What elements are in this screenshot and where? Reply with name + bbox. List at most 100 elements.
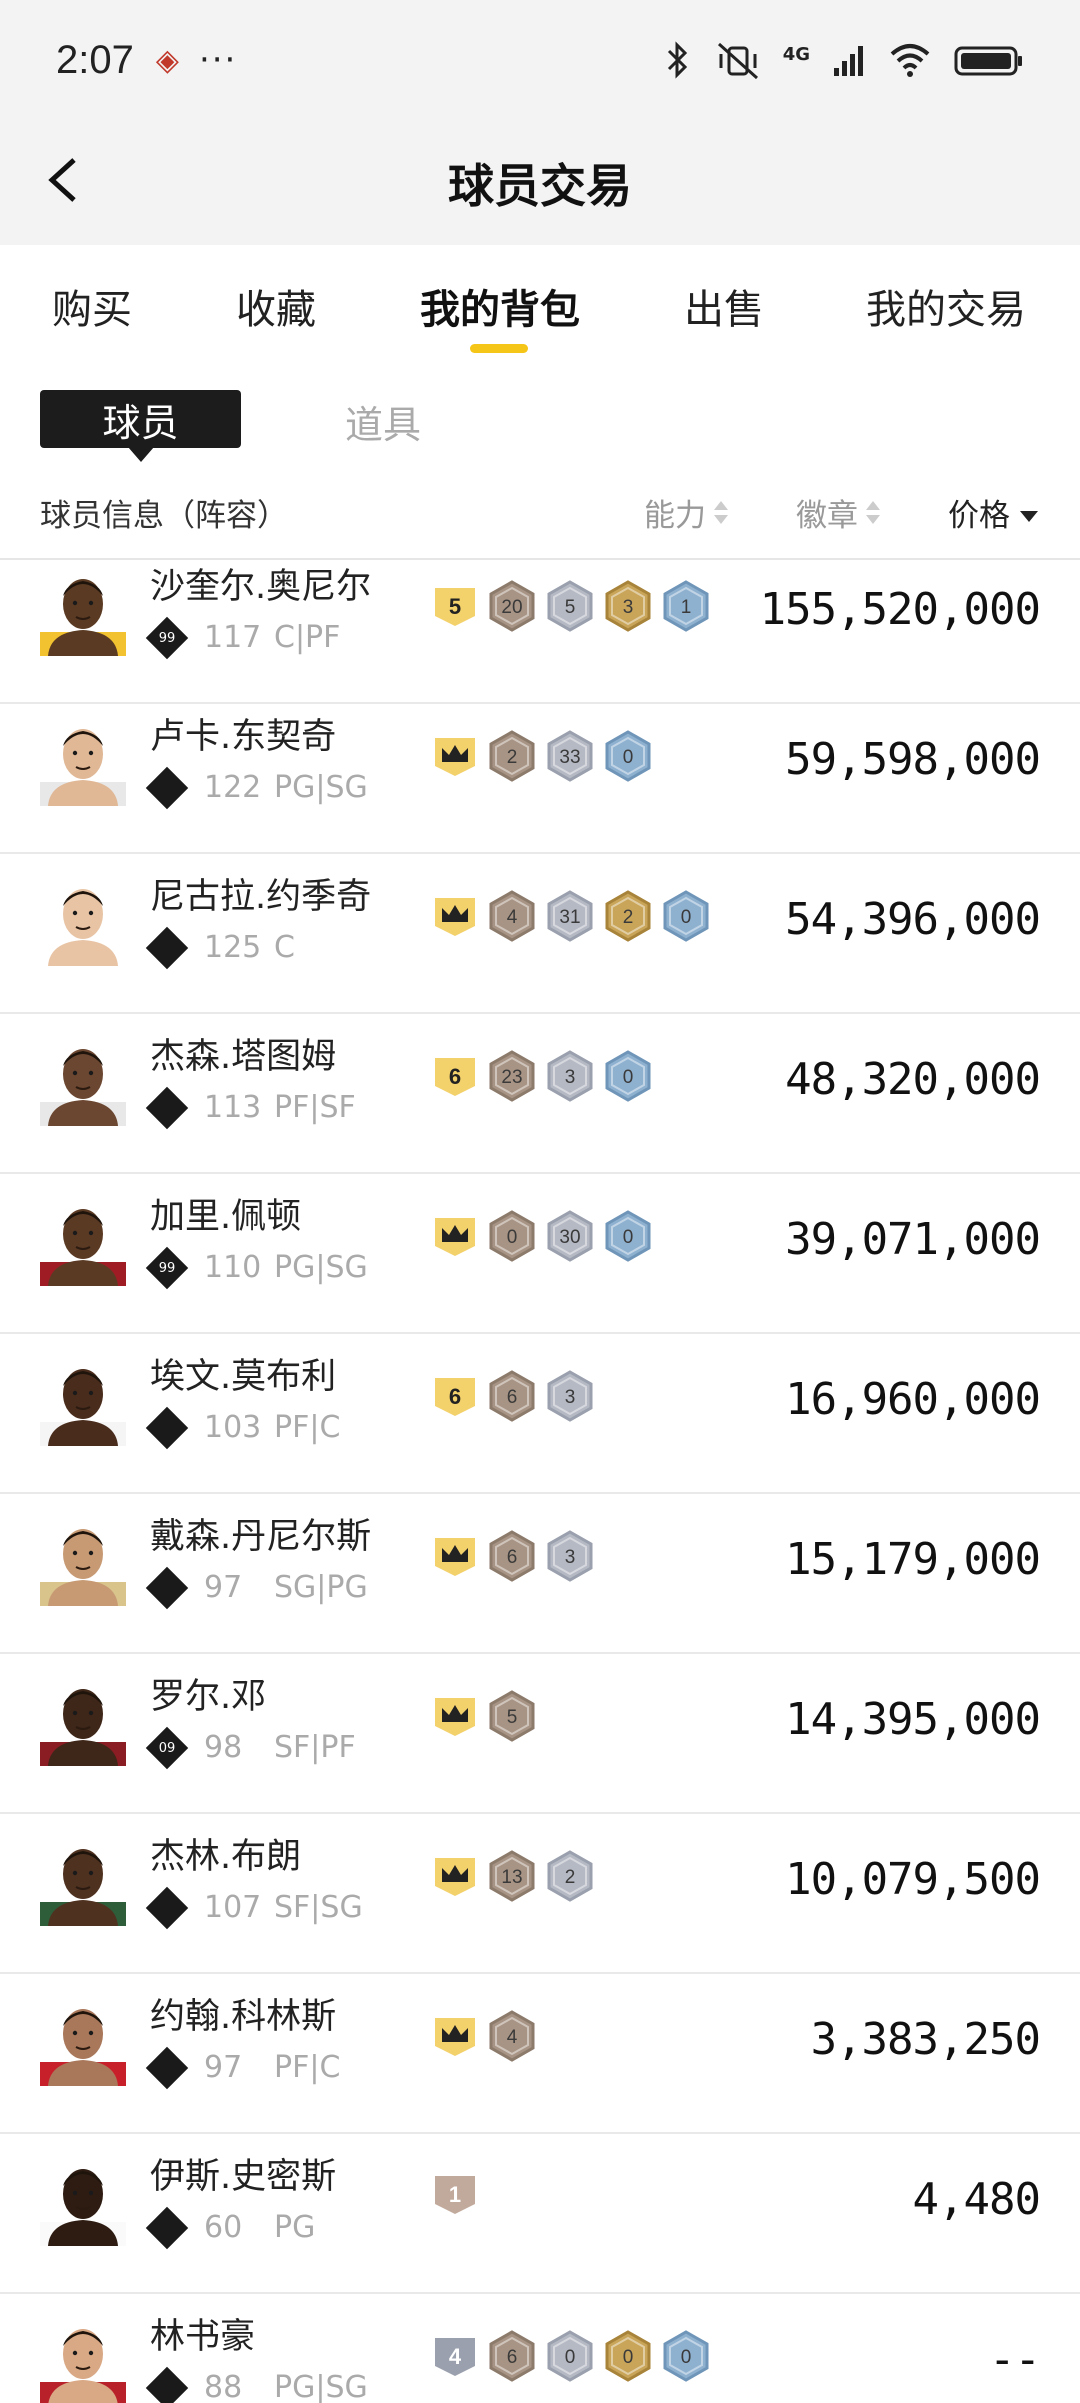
rank-icon: 6 <box>432 1052 478 1104</box>
player-meta: 103 PF|C <box>145 1406 341 1449</box>
tier-diamond-icon: 99 <box>145 616 189 659</box>
badge-count: 4 <box>507 2027 518 2048</box>
badge-count: 6 <box>507 2347 518 2368</box>
badge-hex-icon: 20 <box>488 580 536 636</box>
tab-my-trades[interactable]: 我的交易 <box>866 277 1026 335</box>
subtab-items[interactable]: 道具 <box>345 394 421 449</box>
player-position: PF|C <box>274 1410 341 1445</box>
player-overall: 60 <box>204 2210 243 2245</box>
badge-count: 3 <box>565 1387 576 1408</box>
rank-icon: 1 <box>432 2170 478 2222</box>
player-meta: 97 PF|C <box>145 2046 340 2089</box>
badge-count: 5 <box>507 1707 518 1728</box>
badge-hex-icon: 2 <box>488 730 536 786</box>
bluetooth-icon <box>667 41 687 79</box>
tab-buy[interactable]: 购买 <box>52 277 132 335</box>
badge-hex-icon: 0 <box>604 730 652 786</box>
column-price-label: 价格 <box>948 498 1010 534</box>
player-price: -- <box>989 2334 1041 2385</box>
player-overall: 103 <box>204 1410 262 1445</box>
badge-hex-icon: 0 <box>604 2330 652 2386</box>
player-avatar <box>40 1209 126 1286</box>
player-overall: 113 <box>204 1090 262 1125</box>
badge-count: 6 <box>507 1547 518 1568</box>
tier-diamond-icon <box>145 766 189 809</box>
battery-icon <box>954 46 1022 76</box>
player-price: 3,383,250 <box>810 2014 1041 2065</box>
badge-count: 0 <box>623 1227 634 1248</box>
list-item[interactable]: 杰林.布朗 107 SF|SG 13 2 10,079,500 <box>0 1814 1080 1974</box>
subtab-players[interactable]: 球员 <box>40 390 241 462</box>
list-item[interactable]: 约翰.科林斯 97 PF|C 4 3,383,250 <box>0 1974 1080 2134</box>
player-price: 59,598,000 <box>785 734 1041 785</box>
tab-my-bag[interactable]: 我的背包 <box>420 277 580 335</box>
list-item[interactable]: 卢卡.东契奇 122 PG|SG 2 33 0 59,598,000 <box>0 694 1080 854</box>
player-avatar <box>40 1369 126 1446</box>
player-name: 埃文.莫布利 <box>150 1357 337 1397</box>
player-position: PG|SG <box>274 1250 368 1285</box>
tab-favorites[interactable]: 收藏 <box>236 277 316 335</box>
player-price: 39,071,000 <box>785 1214 1041 1265</box>
sort-ability[interactable]: 能力 <box>644 490 728 535</box>
player-overall: 107 <box>204 1890 262 1925</box>
list-item[interactable]: 埃文.莫布利 103 PF|C 6 6 3 16,960,000 <box>0 1334 1080 1494</box>
badge-count: 0 <box>565 2347 576 2368</box>
badge-hex-icon: 6 <box>488 2330 536 2386</box>
player-overall: 97 <box>204 2050 243 2085</box>
badge-count: 3 <box>565 1067 576 1088</box>
player-meta: 88 PG|SG <box>145 2366 368 2403</box>
player-position: SF|SG <box>274 1890 363 1925</box>
player-price: 16,960,000 <box>785 1374 1041 1425</box>
badge-group: 5 <box>432 1690 536 1746</box>
badge-hex-icon: 23 <box>488 1050 536 1106</box>
list-item[interactable]: 罗尔.邓 09 98 SF|PF 5 14,395,000 <box>0 1654 1080 1814</box>
player-avatar <box>40 579 126 656</box>
list-item[interactable]: 戴森.丹尼尔斯 97 SG|PG 6 3 15,179,000 <box>0 1494 1080 1654</box>
player-meta: 99 117 C|PF <box>145 616 340 659</box>
badge-hex-icon: 3 <box>604 580 652 636</box>
badge-hex-icon: 30 <box>546 1210 594 1266</box>
badge-hex-icon: 4 <box>488 890 536 946</box>
main-tabs: 购买 收藏 我的背包 出售 我的交易 <box>0 245 1080 365</box>
tier-diamond-icon <box>145 1886 189 1929</box>
list-item[interactable]: 林书豪 88 PG|SG 4 6 0 0 0 -- <box>0 2294 1080 2403</box>
badge-group: 2 33 0 <box>432 730 652 786</box>
badge-group: 4 <box>432 2010 536 2066</box>
player-overall: 125 <box>204 930 262 965</box>
active-tab-indicator <box>470 344 528 353</box>
list-item[interactable]: 尼古拉.约季奇 125 C 4 31 2 0 54,396,000 <box>0 854 1080 1014</box>
player-meta: 60 PG <box>145 2206 315 2249</box>
player-position: PG|SG <box>274 2370 368 2403</box>
tab-sell[interactable]: 出售 <box>684 277 764 335</box>
player-price: 155,520,000 <box>759 584 1041 635</box>
list-item[interactable]: 杰森.塔图姆 113 PF|SF 6 23 3 0 48,320,000 <box>0 1014 1080 1174</box>
status-bar: 2:07 ◈ ··· 4G <box>0 0 1080 120</box>
badge-count: 20 <box>501 597 522 618</box>
rank-icon: 5 <box>432 582 478 634</box>
player-price: 10,079,500 <box>785 1854 1041 1905</box>
list-item[interactable]: 沙奎尔.奥尼尔 99 117 C|PF 5 20 5 3 1 155,520,000 <box>0 560 1080 704</box>
tier-diamond-icon <box>145 2206 189 2249</box>
sort-badge[interactable]: 徽章 <box>796 490 880 535</box>
badge-group: 1 <box>432 2170 478 2222</box>
player-name: 杰林.布朗 <box>150 1837 302 1877</box>
badge-hex-icon: 3 <box>546 1370 594 1426</box>
tier-diamond-icon <box>145 1566 189 1609</box>
list-item[interactable]: 伊斯.史密斯 60 PG 1 4,480 <box>0 2134 1080 2294</box>
list-item[interactable]: 加里.佩顿 99 110 PG|SG 0 30 0 39,071,000 <box>0 1174 1080 1334</box>
player-position: SF|PF <box>274 1730 356 1765</box>
vibrate-mute-icon <box>717 42 758 80</box>
player-avatar <box>40 1849 126 1926</box>
sort-price[interactable]: 价格 <box>948 490 1038 535</box>
badge-count: 3 <box>565 1547 576 1568</box>
player-name: 杰森.塔图姆 <box>150 1037 337 1077</box>
badge-hex-icon: 5 <box>488 1690 536 1746</box>
player-price: 14,395,000 <box>785 1694 1041 1745</box>
player-meta: 122 PG|SG <box>145 766 368 809</box>
badge-count: 0 <box>623 747 634 768</box>
back-icon[interactable] <box>36 150 96 210</box>
player-price: 15,179,000 <box>785 1534 1041 1585</box>
badge-hex-icon: 2 <box>604 890 652 946</box>
list-header: 球员信息（阵容） 能力 徽章 价格 <box>0 470 1080 560</box>
page-title: 球员交易 <box>448 158 632 213</box>
